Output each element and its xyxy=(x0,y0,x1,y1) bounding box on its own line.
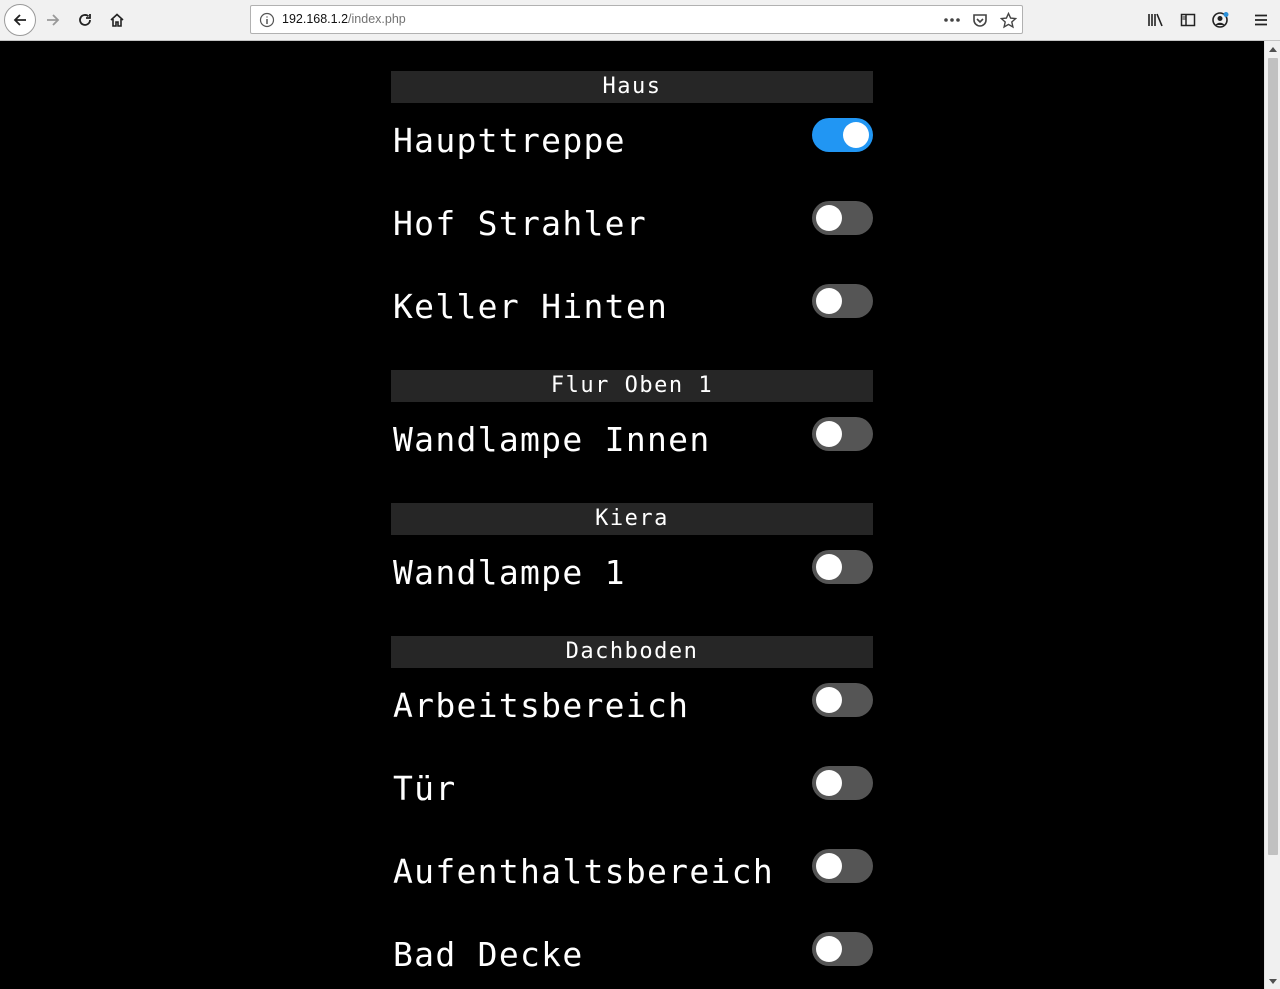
switch-row: Arbeitsbereich xyxy=(391,668,873,751)
section-kiera: Kiera Wandlampe 1 xyxy=(391,503,873,618)
toggle-knob xyxy=(816,205,842,231)
url-text[interactable]: 192.168.1.2/index.php xyxy=(282,12,406,26)
toggle-switch[interactable] xyxy=(812,118,873,152)
library-icon xyxy=(1148,13,1163,27)
toggle-switch[interactable] xyxy=(812,683,873,717)
section-haus: Haus Haupttreppe Hof Strahler Keller Hin… xyxy=(391,71,873,352)
section-header: Dachboden xyxy=(391,636,873,668)
switch-label: Arbeitsbereich xyxy=(393,686,690,725)
toggle-knob xyxy=(843,122,869,148)
section-header: Flur Oben 1 xyxy=(391,370,873,402)
sidebar-button[interactable] xyxy=(1172,4,1204,36)
section-dachboden: Dachboden Arbeitsbereich Tür Aufenthalts… xyxy=(391,636,873,989)
page-scrollbar[interactable] xyxy=(1264,41,1280,989)
toggle-knob xyxy=(816,770,842,796)
account-button[interactable] xyxy=(1204,4,1236,36)
toggle-knob xyxy=(816,554,842,580)
switch-row: Aufenthaltsbereich xyxy=(391,834,873,917)
pocket-icon[interactable] xyxy=(970,11,990,29)
switch-label: Hof Strahler xyxy=(393,204,648,243)
switch-label: Wandlampe 1 xyxy=(393,553,626,592)
menu-button[interactable] xyxy=(1245,4,1277,36)
switch-label: Wandlampe Innen xyxy=(393,420,711,459)
scroll-up-icon[interactable] xyxy=(1265,41,1280,57)
toggle-switch[interactable] xyxy=(812,849,873,883)
scrollbar-thumb[interactable] xyxy=(1268,58,1278,855)
more-icon[interactable] xyxy=(942,11,962,29)
toggle-knob xyxy=(816,288,842,314)
browser-toolbar: 192.168.1.2/index.php xyxy=(0,0,1280,41)
switch-row: Wandlampe 1 xyxy=(391,535,873,618)
light-control-panel: Haus Haupttreppe Hof Strahler Keller Hin… xyxy=(391,71,873,989)
switch-label: Haupttreppe xyxy=(393,121,626,160)
forward-button[interactable] xyxy=(37,4,69,36)
toggle-knob xyxy=(816,853,842,879)
forward-icon xyxy=(47,14,60,26)
home-button[interactable] xyxy=(101,4,133,36)
url-bar[interactable]: 192.168.1.2/index.php xyxy=(250,5,1023,34)
section-flur-oben: Flur Oben 1 Wandlampe Innen xyxy=(391,370,873,485)
toggle-switch[interactable] xyxy=(812,201,873,235)
url-host: 192.168.1.2 xyxy=(282,12,349,26)
sidebar-icon xyxy=(1180,13,1196,27)
menu-icon xyxy=(1255,14,1267,26)
toggle-knob xyxy=(816,936,842,962)
scroll-down-icon[interactable] xyxy=(1265,973,1280,989)
switch-row: Keller Hinten xyxy=(391,269,873,352)
back-icon xyxy=(13,14,26,26)
library-button[interactable] xyxy=(1140,4,1172,36)
bookmark-star-icon[interactable] xyxy=(998,11,1018,29)
toggle-switch[interactable] xyxy=(812,417,873,451)
section-header: Haus xyxy=(391,71,873,103)
reload-icon xyxy=(79,14,91,26)
toggle-knob xyxy=(816,421,842,447)
switch-label: Aufenthaltsbereich xyxy=(393,852,775,891)
account-icon xyxy=(1212,12,1229,28)
switch-label: Tür xyxy=(393,769,457,808)
switch-row: Wandlampe Innen xyxy=(391,402,873,485)
url-path: /index.php xyxy=(348,12,406,26)
switch-label: Bad Decke xyxy=(393,935,584,974)
info-icon[interactable] xyxy=(259,12,275,32)
toggle-switch[interactable] xyxy=(812,284,873,318)
section-header: Kiera xyxy=(391,503,873,535)
reload-button[interactable] xyxy=(69,4,101,36)
toggle-switch[interactable] xyxy=(812,932,873,966)
switch-row: Haupttreppe xyxy=(391,103,873,186)
switch-row: Bad Decke xyxy=(391,917,873,989)
toggle-switch[interactable] xyxy=(812,550,873,584)
toggle-switch[interactable] xyxy=(812,766,873,800)
home-icon xyxy=(110,13,124,27)
back-button[interactable] xyxy=(4,4,36,36)
switch-label: Keller Hinten xyxy=(393,287,669,326)
toggle-knob xyxy=(816,687,842,713)
switch-row: Tür xyxy=(391,751,873,834)
switch-row: Hof Strahler xyxy=(391,186,873,269)
